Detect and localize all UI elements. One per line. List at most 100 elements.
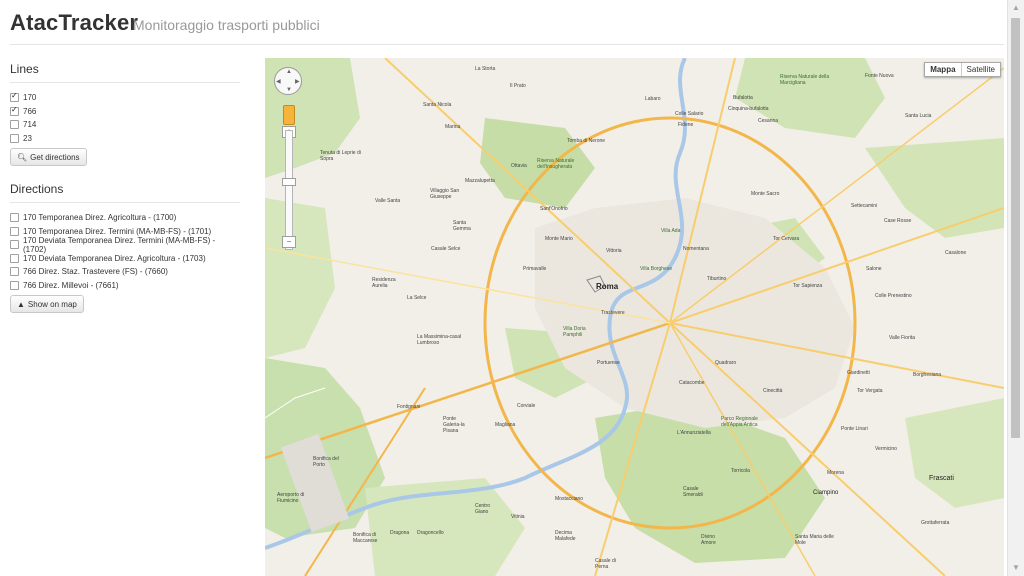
pan-left-icon[interactable]: ◀ — [276, 78, 281, 85]
map-canvas[interactable]: Roma La Storta Il Prato Santa Nicola Mar… — [265, 58, 1004, 576]
lines-heading: Lines — [10, 62, 240, 83]
map-place-label: Primavalle — [523, 266, 547, 272]
line-option-170[interactable]: 170 — [10, 91, 240, 105]
map-place-label: Residenza Aurelia — [372, 277, 396, 289]
map-place-label: Tiburtino — [707, 276, 727, 282]
map-place-label: L'Annunziatella — [677, 430, 711, 436]
map-park-label: Villa Ada — [661, 228, 681, 234]
line-label: 766 — [23, 106, 37, 116]
map-place-label: Catacombe — [679, 380, 705, 386]
map-place-label: Ponte Galeria-la Pisana — [443, 416, 465, 434]
map-place-label: Cinecittà — [763, 388, 783, 394]
line-option-23[interactable]: 23 — [10, 132, 240, 146]
checkbox[interactable] — [10, 280, 19, 290]
scroll-up-arrow-icon[interactable]: ▲ — [1008, 0, 1024, 16]
map-type-satellite-button[interactable]: Satellite — [962, 63, 1000, 76]
map-place-label: Vitinia — [511, 514, 525, 520]
zoom-slider-thumb[interactable] — [282, 178, 296, 186]
map-place-label: Mazzalupetta — [465, 178, 495, 184]
line-option-714[interactable]: 714 — [10, 118, 240, 132]
map-place-label: Mostacciano — [555, 496, 584, 502]
show-on-map-label: Show on map — [27, 299, 77, 309]
map-place-label: Marina — [445, 124, 461, 130]
direction-option-1700[interactable]: 170 Temporanea Direz. Agricoltura - (170… — [10, 211, 240, 225]
map-place-label: Torricola — [731, 468, 750, 474]
map-place-label: Corviale — [517, 403, 536, 409]
checkbox[interactable] — [10, 105, 19, 116]
map-place-label: Bufalotta — [733, 95, 753, 101]
map-place-label: Tomba di Nerone — [567, 138, 606, 144]
direction-label: 766 Direz. Staz. Trastevere (FS) - (7660… — [23, 267, 168, 277]
checkbox[interactable] — [10, 213, 19, 223]
line-option-766[interactable]: 766 — [10, 105, 240, 119]
map-place-label: Salone — [866, 266, 882, 272]
map-place-label: Sant'Onofrio — [540, 206, 568, 212]
map-place-label: Cinquina-bufalotta — [728, 106, 769, 112]
map-place-label: Tor Vergata — [857, 388, 883, 394]
map-pan-control[interactable]: ▲ ◀ ▶ ▼ — [274, 67, 302, 95]
zoom-out-button[interactable]: − — [282, 236, 296, 248]
map-place-label: La Storta — [475, 66, 496, 72]
search-icon: 🔍︎ — [17, 152, 28, 162]
direction-option-7660[interactable]: 766 Direz. Staz. Trastevere (FS) - (7660… — [10, 265, 240, 279]
checkbox[interactable] — [10, 240, 19, 250]
map-place-label: Ottavia — [511, 163, 527, 169]
direction-option-7661[interactable]: 766 Direz. Millevoi - (7661) — [10, 279, 240, 293]
map-place-label: Giardinetti — [847, 370, 870, 376]
direction-option-1702[interactable]: 170 Deviata Temporanea Direz. Termini (M… — [10, 235, 240, 254]
map-park-label: Villa Doria Pamphili — [563, 326, 586, 338]
page-header: AtacTracker Monitoraggio trasporti pubbl… — [10, 8, 1004, 45]
direction-label: 170 Deviata Temporanea Direz. Termini (M… — [23, 235, 216, 254]
map-tiles — [265, 58, 1004, 576]
map-place-label: Quadraro — [715, 360, 737, 366]
lines-list: 170 766 714 23 — [10, 91, 240, 145]
map-place-label: Cesarina — [758, 118, 779, 124]
scroll-down-arrow-icon[interactable]: ▼ — [1008, 560, 1024, 576]
line-label: 170 — [23, 93, 37, 103]
directions-list: 170 Temporanea Direz. Agricoltura - (170… — [10, 211, 240, 292]
checkbox[interactable] — [10, 253, 19, 263]
map-place-label: Magliana — [495, 422, 516, 428]
map-place-label: Santa Gemma — [453, 220, 471, 232]
map-place-label: Santa Lucia — [905, 113, 932, 119]
direction-label: 170 Deviata Temporanea Direz. Agricoltur… — [23, 253, 206, 263]
line-label: 23 — [23, 133, 32, 143]
map-place-label: Valle Fiorita — [889, 335, 916, 341]
map-place-label: Trastevere — [601, 310, 625, 316]
checkbox[interactable] — [10, 226, 19, 236]
map-city-label: Roma — [596, 282, 619, 291]
direction-label: 170 Temporanea Direz. Termini (MA-MB-FS)… — [23, 226, 212, 236]
checkbox[interactable] — [10, 267, 19, 277]
direction-label: 766 Direz. Millevoi - (7661) — [23, 280, 119, 290]
zoom-slider-track[interactable] — [285, 130, 293, 250]
map-place-label: Monte Sacro — [751, 191, 780, 197]
map-place-label: Nomentana — [683, 246, 709, 252]
directions-heading: Directions — [10, 182, 240, 203]
app-subtitle: Monitoraggio trasporti pubblici — [133, 17, 320, 33]
map-place-label: Ciampino — [813, 490, 839, 496]
direction-label: 170 Temporanea Direz. Agricoltura - (170… — [23, 213, 177, 223]
map-type-control: Mappa Satellite — [924, 62, 1001, 77]
show-on-map-button[interactable]: ▲ Show on map — [10, 295, 84, 313]
pan-up-icon[interactable]: ▲ — [286, 69, 292, 75]
scrollbar-thumb[interactable] — [1011, 18, 1020, 438]
map-place-label: Monte Mario — [545, 236, 573, 242]
map-place-label: Case Rosse — [884, 218, 912, 224]
page-scrollbar[interactable]: ▲ ▼ — [1007, 0, 1024, 576]
pan-right-icon[interactable]: ▶ — [295, 78, 300, 85]
map-place-label: Portuense — [597, 360, 620, 366]
map-park-label: Riserva Naturale della Marcigliana — [780, 74, 830, 86]
map-place-label: Casale di Perna — [595, 558, 616, 570]
map-park-area — [265, 198, 335, 358]
get-directions-button[interactable]: 🔍︎ Get directions — [10, 148, 87, 166]
street-view-pegman-icon[interactable] — [283, 105, 295, 125]
checkbox[interactable] — [10, 133, 19, 143]
map-place-label: Divino Amore — [701, 534, 716, 546]
checkbox[interactable] — [10, 91, 19, 103]
direction-option-1703[interactable]: 170 Deviata Temporanea Direz. Agricoltur… — [10, 252, 240, 266]
pan-down-icon[interactable]: ▼ — [286, 87, 292, 93]
map-place-label: La Massimina-casal Lumbroso — [417, 334, 462, 346]
map-type-map-button[interactable]: Mappa — [925, 63, 962, 76]
map-place-label: Colle Salario — [675, 111, 704, 117]
checkbox[interactable] — [10, 120, 19, 130]
